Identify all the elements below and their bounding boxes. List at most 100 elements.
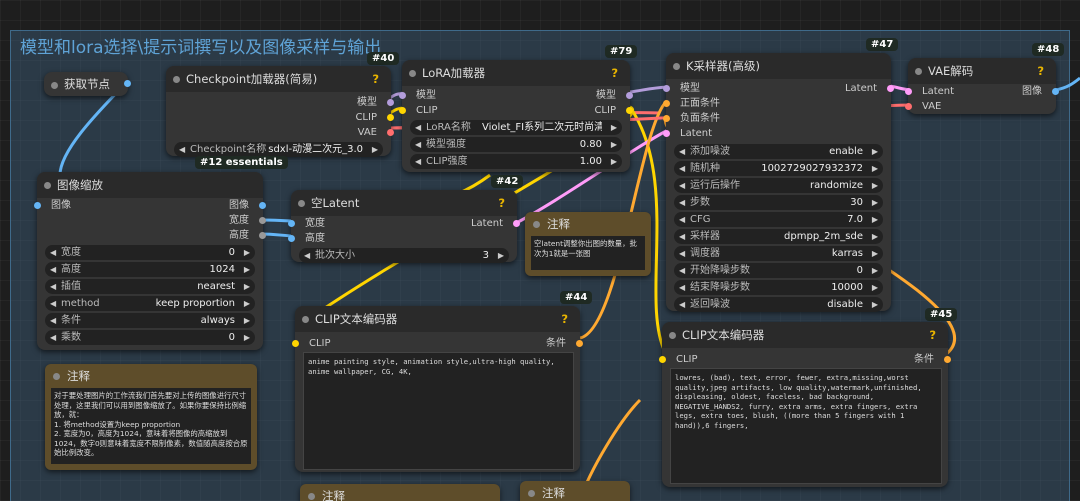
arrow-right-icon[interactable]: ▶ bbox=[872, 280, 878, 295]
arrow-right-icon[interactable]: ▶ bbox=[611, 137, 617, 152]
conditioning-out-pin-icon[interactable] bbox=[944, 356, 951, 363]
group-title[interactable]: 模型和lora选择\提示词撰写以及图像采样与输出 bbox=[20, 33, 381, 58]
help-icon[interactable]: ? bbox=[611, 60, 618, 86]
ksampler-widget[interactable]: ◀ 返回噪波 disable ▶ bbox=[674, 297, 883, 312]
int-pin-icon[interactable] bbox=[259, 217, 266, 224]
arrow-left-icon[interactable]: ◀ bbox=[179, 142, 185, 157]
latent-pin-icon[interactable] bbox=[905, 88, 912, 95]
arrow-left-icon[interactable]: ◀ bbox=[415, 154, 421, 169]
arrow-right-icon[interactable]: ▶ bbox=[611, 154, 617, 169]
arrow-left-icon[interactable]: ◀ bbox=[679, 246, 685, 261]
input-height[interactable]: 高度 bbox=[288, 231, 517, 246]
clip-pin-icon[interactable] bbox=[387, 114, 394, 121]
arrow-right-icon[interactable]: ▶ bbox=[872, 178, 878, 193]
collapse-dot-icon[interactable] bbox=[409, 70, 416, 77]
model-pin-icon[interactable] bbox=[399, 92, 406, 99]
output-vae[interactable]: VAE bbox=[166, 125, 394, 140]
arrow-right-icon[interactable]: ▶ bbox=[372, 142, 378, 157]
positive-prompt-textarea[interactable]: anime painting style, animation style,ul… bbox=[303, 352, 574, 470]
arrow-left-icon[interactable]: ◀ bbox=[50, 296, 56, 311]
resize-widget[interactable]: ◀ 条件 always ▶ bbox=[45, 313, 255, 328]
vae-decode-header[interactable]: VAE解码 ? bbox=[908, 58, 1056, 84]
resize-widget[interactable]: ◀ 乘数 0 ▶ bbox=[45, 330, 255, 345]
empty-latent-header[interactable]: 空Latent ? bbox=[291, 190, 517, 216]
conditioning-pin-icon[interactable] bbox=[663, 100, 670, 107]
checkpoint-loader-node[interactable]: Checkpoint加载器(简易) ? 模型 CLIP VAE ◀ Checkpo… bbox=[166, 66, 394, 157]
get-node[interactable]: 获取节点 bbox=[44, 72, 131, 96]
clip-pin-icon[interactable] bbox=[399, 107, 406, 114]
lora-name-combo[interactable]: ◀ LoRA名称 Violet_FI系列二次元时尚清新... ▶ bbox=[410, 120, 622, 135]
arrow-left-icon[interactable]: ◀ bbox=[304, 248, 310, 263]
input-model[interactable]: 模型 Latent bbox=[663, 81, 894, 96]
input-latent[interactable]: Latent 图像 bbox=[905, 84, 1059, 99]
help-icon[interactable]: ? bbox=[561, 306, 568, 332]
latent-out-pin-icon[interactable] bbox=[513, 220, 520, 227]
ksampler-widget[interactable]: ◀ 结束降噪步数 10000 ▶ bbox=[674, 280, 883, 295]
negative-prompt-textarea[interactable]: lowres, (bad), text, error, fewer, extra… bbox=[670, 368, 942, 484]
arrow-left-icon[interactable]: ◀ bbox=[679, 263, 685, 278]
input-latent[interactable]: Latent bbox=[663, 126, 891, 141]
input-negative[interactable]: 负面条件 bbox=[663, 111, 891, 126]
lora-loader-header[interactable]: LoRA加载器 ? bbox=[402, 60, 630, 86]
arrow-left-icon[interactable]: ◀ bbox=[679, 195, 685, 210]
ksampler-widget[interactable]: ◀ 采样器 dpmpp_2m_sde ▶ bbox=[674, 229, 883, 244]
note-header[interactable]: 注释 bbox=[45, 364, 257, 388]
note-header[interactable]: 注释 bbox=[525, 212, 651, 236]
arrow-left-icon[interactable]: ◀ bbox=[415, 137, 421, 152]
model-out-pin-icon[interactable] bbox=[626, 92, 633, 99]
collapse-dot-icon[interactable] bbox=[51, 82, 58, 89]
int-pin-icon[interactable] bbox=[288, 235, 295, 242]
ksampler-widget[interactable]: ◀ 步数 30 ▶ bbox=[674, 195, 883, 210]
arrow-right-icon[interactable]: ▶ bbox=[872, 297, 878, 312]
image-pin-icon[interactable] bbox=[34, 202, 41, 209]
ksampler-widget[interactable]: ◀ 运行后操作 randomize ▶ bbox=[674, 178, 883, 193]
clip-encode-header[interactable]: CLIP文本编码器 ? bbox=[662, 322, 948, 348]
image-resize-header[interactable]: 图像缩放 bbox=[37, 172, 263, 198]
get-node-output-pin[interactable] bbox=[124, 80, 131, 87]
clip-pin-icon[interactable] bbox=[292, 340, 299, 347]
conditioning-pin-icon[interactable] bbox=[663, 115, 670, 122]
arrow-left-icon[interactable]: ◀ bbox=[50, 262, 56, 277]
input-clip[interactable]: CLIP 条件 bbox=[659, 352, 951, 367]
get-node-header[interactable]: 获取节点 bbox=[44, 72, 128, 96]
collapse-dot-icon[interactable] bbox=[308, 493, 315, 500]
lora-loader-node[interactable]: LoRA加载器 ? 模型 模型 CLIP CLIP ◀ LoRA名称 Violet_FI… bbox=[399, 60, 633, 172]
arrow-left-icon[interactable]: ◀ bbox=[50, 313, 56, 328]
collapse-dot-icon[interactable] bbox=[915, 68, 922, 75]
input-clip[interactable]: CLIP 条件 bbox=[292, 336, 583, 351]
input-image[interactable]: 图像 图像 bbox=[34, 198, 266, 213]
arrow-left-icon[interactable]: ◀ bbox=[679, 229, 685, 244]
model-pin-icon[interactable] bbox=[387, 99, 394, 106]
arrow-left-icon[interactable]: ◀ bbox=[50, 279, 56, 294]
output-clip[interactable]: CLIP bbox=[166, 110, 394, 125]
help-icon[interactable]: ? bbox=[1037, 58, 1044, 84]
vae-pin-icon[interactable] bbox=[905, 103, 912, 110]
collapse-dot-icon[interactable] bbox=[302, 316, 309, 323]
arrow-right-icon[interactable]: ▶ bbox=[244, 245, 250, 260]
note-header[interactable]: 注释 bbox=[300, 484, 500, 501]
collapse-dot-icon[interactable] bbox=[53, 373, 60, 380]
input-model[interactable]: 模型 模型 bbox=[399, 88, 633, 103]
output-height[interactable]: 高度 bbox=[37, 228, 266, 243]
arrow-right-icon[interactable]: ▶ bbox=[872, 212, 878, 227]
arrow-right-icon[interactable]: ▶ bbox=[244, 313, 250, 328]
collapse-dot-icon[interactable] bbox=[673, 63, 680, 70]
collapse-dot-icon[interactable] bbox=[173, 76, 180, 83]
ksampler-widget[interactable]: ◀ CFG 7.0 ▶ bbox=[674, 212, 883, 227]
ksampler-header[interactable]: K采样器(高级) bbox=[666, 53, 891, 79]
input-vae[interactable]: VAE bbox=[905, 99, 1056, 114]
model-pin-icon[interactable] bbox=[663, 85, 670, 92]
arrow-right-icon[interactable]: ▶ bbox=[872, 144, 878, 159]
note-text[interactable]: 空latent调整你出图的数量，批次为1就是一张图 bbox=[531, 236, 645, 270]
arrow-right-icon[interactable]: ▶ bbox=[244, 279, 250, 294]
clip-text-encode-negative[interactable]: CLIP文本编码器 ? CLIP 条件 lowres, (bad), text, … bbox=[659, 322, 951, 487]
collapse-dot-icon[interactable] bbox=[298, 200, 305, 207]
arrow-right-icon[interactable]: ▶ bbox=[611, 120, 617, 135]
clip-strength-slider[interactable]: ◀ CLIP强度 1.00 ▶ bbox=[410, 154, 622, 169]
arrow-right-icon[interactable]: ▶ bbox=[244, 262, 250, 277]
arrow-right-icon[interactable]: ▶ bbox=[872, 161, 878, 176]
output-model[interactable]: 模型 bbox=[166, 95, 394, 110]
ksampler-widget[interactable]: ◀ 调度器 karras ▶ bbox=[674, 246, 883, 261]
input-width[interactable]: 宽度 Latent bbox=[288, 216, 520, 231]
arrow-right-icon[interactable]: ▶ bbox=[244, 330, 250, 345]
